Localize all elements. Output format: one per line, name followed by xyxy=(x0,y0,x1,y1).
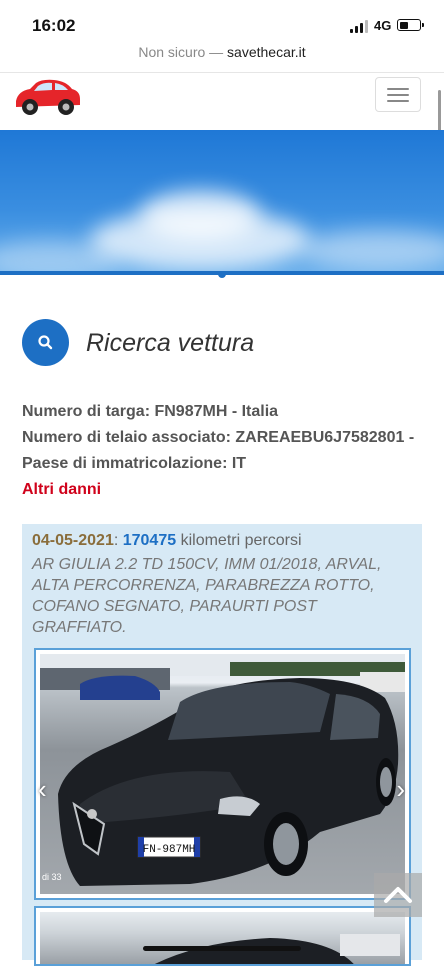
domain-label: savethecar.it xyxy=(227,44,306,60)
record-date: 04-05-2021 xyxy=(32,532,114,549)
damage-record-card: 04-05-2021: 170475 kilometri percorsi AR… xyxy=(22,524,422,966)
status-time: 16:02 xyxy=(32,16,76,35)
search-icon xyxy=(22,319,69,366)
signal-icon xyxy=(350,20,372,33)
record-description: AR GIULIA 2.2 TD 150CV, IMM 01/2018, ARV… xyxy=(32,556,382,636)
scroll-top-button[interactable] xyxy=(374,873,422,917)
home-indicator[interactable] xyxy=(143,946,301,951)
site-header xyxy=(0,72,444,131)
chevron-right-icon[interactable]: › xyxy=(396,774,405,805)
status-bar: 16:02 4G xyxy=(0,0,444,44)
country-value: IT xyxy=(231,455,247,472)
photo-counter: di 33 xyxy=(42,872,62,882)
record-header: 04-05-2021: 170475 kilometri percorsi xyxy=(32,532,302,549)
plate-label: Numero di targa: xyxy=(22,403,151,420)
vin-info: Numero di telaio associato: ZAREAEBU6J75… xyxy=(22,429,414,447)
country-label: Paese di immatricolazione: xyxy=(22,455,228,472)
network-type: 4G xyxy=(374,18,392,33)
plate-value: FN987MH - Italia xyxy=(154,403,279,420)
hero-pointer xyxy=(218,272,226,278)
car-photo-2 xyxy=(40,912,405,964)
red-car-icon[interactable] xyxy=(12,77,82,119)
hamburger-icon xyxy=(387,88,409,90)
battery-icon xyxy=(397,19,424,31)
browser-url-bar[interactable]: Non sicuro — savethecar.it xyxy=(0,44,444,72)
vin-value: ZAREAEBU6J7582801 - xyxy=(235,429,415,446)
chevron-up-icon xyxy=(384,887,412,903)
page-title: Ricerca vettura xyxy=(86,329,255,357)
hero-banner xyxy=(0,130,444,275)
other-damages-link[interactable]: Altri danni xyxy=(22,481,101,499)
security-label: Non sicuro — xyxy=(138,44,224,60)
plate-on-car: FN-987MH xyxy=(143,844,196,856)
plate-info: Numero di targa: FN987MH - Italia xyxy=(22,403,278,421)
chevron-left-icon[interactable]: ‹ xyxy=(38,774,47,805)
menu-button[interactable] xyxy=(375,77,421,112)
car-photo-next[interactable] xyxy=(34,906,411,966)
car-photo-gallery[interactable]: FN-987MH ‹ › di 33 xyxy=(34,648,411,900)
record-km: 170475 xyxy=(122,532,177,549)
country-info: Paese di immatricolazione: IT xyxy=(22,455,246,473)
car-photo: FN-987MH xyxy=(40,654,405,894)
record-km-suffix: kilometri percorsi xyxy=(180,532,302,549)
vin-label: Numero di telaio associato: xyxy=(22,429,231,446)
